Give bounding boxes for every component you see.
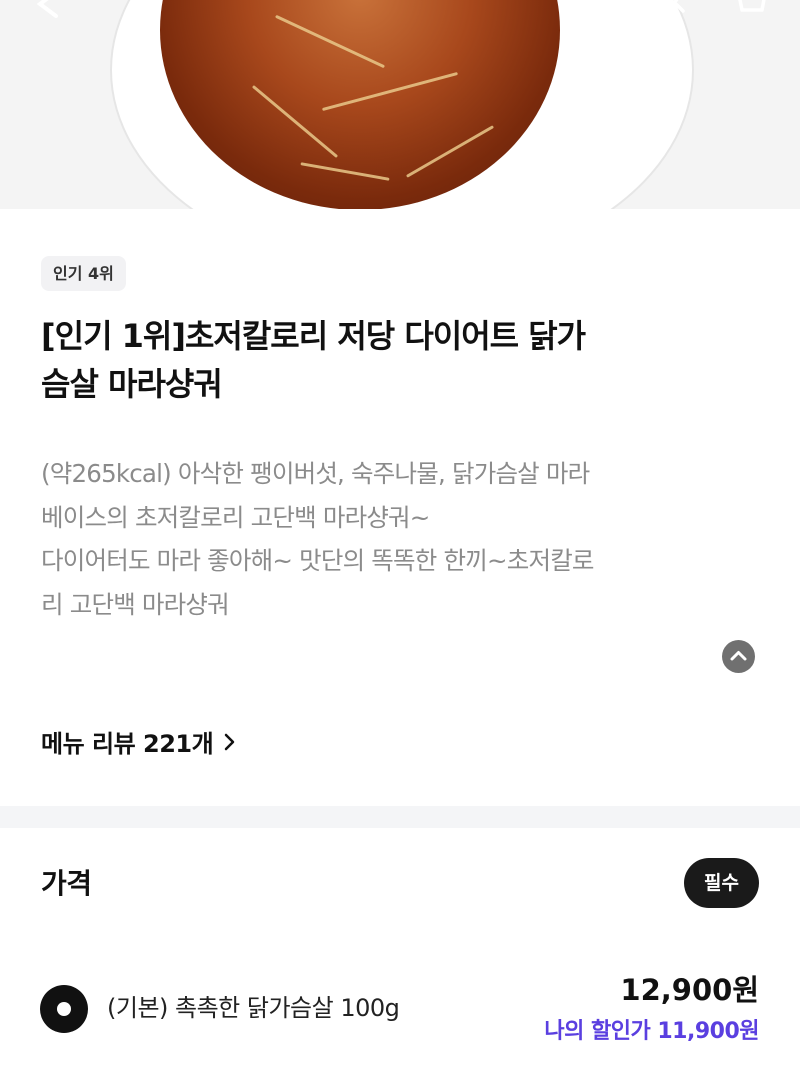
share-icon[interactable] [566, 0, 606, 20]
discount-price: 나의 할인가 11,900원 [544, 1019, 759, 1044]
product-title-line: 슴살 마라샹궈 [41, 365, 223, 403]
review-link-label: 메뉴 리뷰 221개 [41, 730, 214, 758]
product-title-line: [인기 1위]초저칼로리 저당 다이어트 닭가 [41, 317, 586, 355]
chevron-up-icon [730, 651, 747, 661]
option-price: 12,900원 [620, 973, 759, 1007]
product-title: [인기 1위]초저칼로리 저당 다이어트 닭가 슴살 마라샹궈 [41, 312, 771, 408]
product-image [0, 0, 800, 209]
collapse-button[interactable] [722, 640, 755, 673]
option-label[interactable]: (기본) 촉촉한 닭가슴살 100g [107, 988, 400, 1023]
section-divider [0, 806, 800, 828]
chevron-right-icon [224, 733, 235, 750]
cart-icon[interactable] [728, 0, 768, 20]
search-icon[interactable] [648, 0, 688, 20]
option-radio-selected[interactable] [40, 985, 88, 1033]
description-line: 리 고단백 마라샹궈 [41, 589, 230, 619]
menu-review-link[interactable]: 메뉴 리뷰 221개 [41, 724, 237, 759]
description-line: (약265kcal) 아삭한 팽이버섯, 숙주나물, 닭가슴살 마라 [41, 459, 590, 488]
price-section-title: 가격 [41, 867, 92, 900]
required-badge: 필수 [684, 858, 759, 908]
description-line: 베이스의 초저칼로리 고단백 마라샹궈~ [41, 502, 430, 532]
back-arrow-icon[interactable] [28, 0, 68, 20]
product-description: (약265kcal) 아삭한 팽이버섯, 숙주나물, 닭가슴살 마라 베이스의 … [41, 452, 771, 626]
popularity-badge: 인기 4위 [41, 256, 126, 291]
description-line: 다이어터도 마라 좋아해~ 맛단의 똑똑한 한끼~초저칼로 [41, 546, 594, 575]
